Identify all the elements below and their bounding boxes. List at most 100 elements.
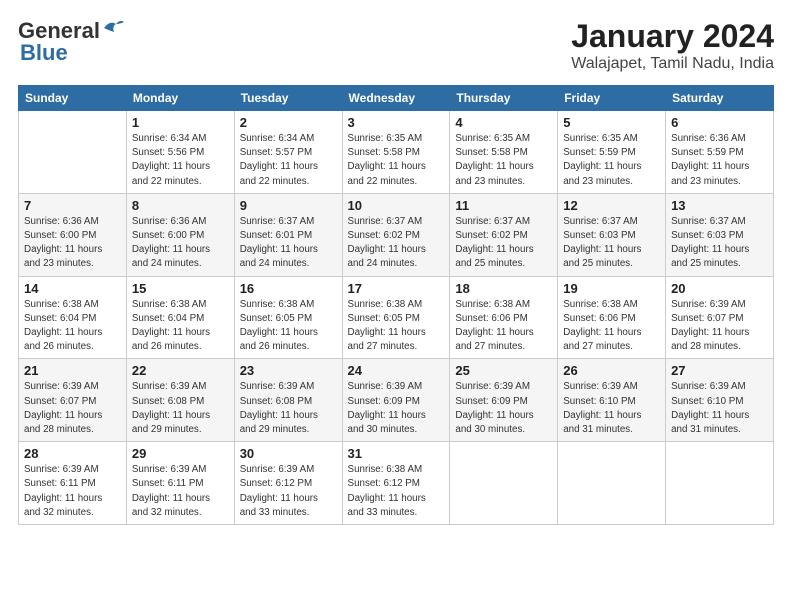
- day-number: 7: [24, 198, 121, 213]
- day-info: Sunrise: 6:38 AM Sunset: 6:05 PM Dayligh…: [240, 298, 337, 355]
- table-row: 14Sunrise: 6:38 AM Sunset: 6:04 PM Dayli…: [19, 276, 127, 359]
- day-number: 11: [455, 198, 552, 213]
- table-row: 19 Sunrise: 6:38 AM Sunset: 6:06 PM Dayli…: [558, 276, 666, 359]
- day-number: 19: [563, 281, 660, 296]
- day-number: 18: [455, 281, 552, 296]
- day-number: 24: [348, 363, 445, 378]
- day-info: Sunrise: 6:37 AM Sunset: 6:01 PM Dayligh…: [240, 215, 337, 272]
- table-row: [450, 442, 558, 525]
- table-row: 10Sunrise: 6:37 AM Sunset: 6:02 PM Dayli…: [342, 193, 450, 276]
- calendar-week-row: 28 Sunrise: 6:39 AM Sunset: 6:11 PM Dayli…: [19, 442, 774, 525]
- table-row: 4 Sunrise: 6:35 AM Sunset: 5:58 PM Daylig…: [450, 111, 558, 194]
- table-row: 30 Sunrise: 6:39 AM Sunset: 6:12 PM Dayli…: [234, 442, 342, 525]
- calendar-title: January 2024: [571, 18, 774, 55]
- day-info: Sunrise: 6:38 AM Sunset: 6:04 PM Dayligh…: [132, 298, 229, 355]
- day-number: 26: [563, 363, 660, 378]
- day-info: Sunrise: 6:39 AM Sunset: 6:10 PM Dayligh…: [563, 380, 660, 437]
- table-row: 12Sunrise: 6:37 AM Sunset: 6:03 PM Dayli…: [558, 193, 666, 276]
- table-row: 17 Sunrise: 6:38 AM Sunset: 6:05 PM Dayli…: [342, 276, 450, 359]
- table-row: 1Sunrise: 6:34 AM Sunset: 5:56 PM Daylig…: [126, 111, 234, 194]
- day-number: 13: [671, 198, 768, 213]
- col-sunday: Sunday: [19, 86, 127, 111]
- day-info: Sunrise: 6:35 AM Sunset: 5:59 PM Dayligh…: [563, 132, 660, 189]
- day-number: 27: [671, 363, 768, 378]
- title-block: January 2024 Walajapet, Tamil Nadu, Indi…: [571, 18, 774, 73]
- table-row: 27 Sunrise: 6:39 AM Sunset: 6:10 PM Dayli…: [666, 359, 774, 442]
- table-row: 13 Sunrise: 6:37 AM Sunset: 6:03 PM Dayli…: [666, 193, 774, 276]
- day-number: 29: [132, 446, 229, 461]
- table-row: [558, 442, 666, 525]
- table-row: 2 Sunrise: 6:34 AM Sunset: 5:57 PM Daylig…: [234, 111, 342, 194]
- day-info: Sunrise: 6:39 AM Sunset: 6:08 PM Dayligh…: [240, 380, 337, 437]
- day-number: 28: [24, 446, 121, 461]
- day-number: 21: [24, 363, 121, 378]
- table-row: 25 Sunrise: 6:39 AM Sunset: 6:09 PM Dayli…: [450, 359, 558, 442]
- day-number: 3: [348, 115, 445, 130]
- day-info: Sunrise: 6:38 AM Sunset: 6:05 PM Dayligh…: [348, 298, 445, 355]
- day-info: Sunrise: 6:36 AM Sunset: 5:59 PM Dayligh…: [671, 132, 768, 189]
- day-number: 14: [24, 281, 121, 296]
- day-info: Sunrise: 6:39 AM Sunset: 6:07 PM Dayligh…: [671, 298, 768, 355]
- day-number: 23: [240, 363, 337, 378]
- day-info: Sunrise: 6:34 AM Sunset: 5:57 PM Dayligh…: [240, 132, 337, 189]
- day-info: Sunrise: 6:37 AM Sunset: 6:03 PM Dayligh…: [563, 215, 660, 272]
- day-info: Sunrise: 6:38 AM Sunset: 6:06 PM Dayligh…: [455, 298, 552, 355]
- day-number: 22: [132, 363, 229, 378]
- col-monday: Monday: [126, 86, 234, 111]
- day-info: Sunrise: 6:35 AM Sunset: 5:58 PM Dayligh…: [348, 132, 445, 189]
- day-number: 25: [455, 363, 552, 378]
- logo: General Blue: [18, 18, 124, 66]
- table-row: 26 Sunrise: 6:39 AM Sunset: 6:10 PM Dayli…: [558, 359, 666, 442]
- day-info: Sunrise: 6:37 AM Sunset: 6:02 PM Dayligh…: [455, 215, 552, 272]
- day-info: Sunrise: 6:36 AM Sunset: 6:00 PM Dayligh…: [24, 215, 121, 272]
- day-info: Sunrise: 6:39 AM Sunset: 6:12 PM Dayligh…: [240, 463, 337, 520]
- day-number: 1: [132, 115, 229, 130]
- table-row: 15 Sunrise: 6:38 AM Sunset: 6:04 PM Dayli…: [126, 276, 234, 359]
- table-row: [19, 111, 127, 194]
- day-number: 30: [240, 446, 337, 461]
- table-row: 7 Sunrise: 6:36 AM Sunset: 6:00 PM Daylig…: [19, 193, 127, 276]
- logo-bird-icon: [102, 18, 124, 36]
- page-header: General Blue January 2024 Walajapet, Tam…: [18, 18, 774, 73]
- day-info: Sunrise: 6:39 AM Sunset: 6:10 PM Dayligh…: [671, 380, 768, 437]
- day-info: Sunrise: 6:39 AM Sunset: 6:09 PM Dayligh…: [455, 380, 552, 437]
- col-tuesday: Tuesday: [234, 86, 342, 111]
- table-row: [666, 442, 774, 525]
- day-info: Sunrise: 6:39 AM Sunset: 6:09 PM Dayligh…: [348, 380, 445, 437]
- day-info: Sunrise: 6:38 AM Sunset: 6:06 PM Dayligh…: [563, 298, 660, 355]
- logo-blue: Blue: [20, 40, 68, 66]
- calendar-week-row: 1Sunrise: 6:34 AM Sunset: 5:56 PM Daylig…: [19, 111, 774, 194]
- table-row: 9Sunrise: 6:37 AM Sunset: 6:01 PM Daylig…: [234, 193, 342, 276]
- day-info: Sunrise: 6:38 AM Sunset: 6:12 PM Dayligh…: [348, 463, 445, 520]
- col-wednesday: Wednesday: [342, 86, 450, 111]
- table-row: 28Sunrise: 6:39 AM Sunset: 6:11 PM Dayli…: [19, 442, 127, 525]
- day-number: 15: [132, 281, 229, 296]
- table-row: 18 Sunrise: 6:38 AM Sunset: 6:06 PM Dayli…: [450, 276, 558, 359]
- calendar-subtitle: Walajapet, Tamil Nadu, India: [571, 55, 774, 73]
- col-friday: Friday: [558, 86, 666, 111]
- table-row: 11 Sunrise: 6:37 AM Sunset: 6:02 PM Dayli…: [450, 193, 558, 276]
- day-number: 2: [240, 115, 337, 130]
- day-info: Sunrise: 6:39 AM Sunset: 6:08 PM Dayligh…: [132, 380, 229, 437]
- table-row: 16Sunrise: 6:38 AM Sunset: 6:05 PM Dayli…: [234, 276, 342, 359]
- calendar-table: Sunday Monday Tuesday Wednesday Thursday…: [18, 85, 774, 525]
- table-row: 31 Sunrise: 6:38 AM Sunset: 6:12 PM Dayli…: [342, 442, 450, 525]
- calendar-week-row: 7 Sunrise: 6:36 AM Sunset: 6:00 PM Daylig…: [19, 193, 774, 276]
- day-info: Sunrise: 6:39 AM Sunset: 6:07 PM Dayligh…: [24, 380, 121, 437]
- calendar-header-row: Sunday Monday Tuesday Wednesday Thursday…: [19, 86, 774, 111]
- day-info: Sunrise: 6:35 AM Sunset: 5:58 PM Dayligh…: [455, 132, 552, 189]
- day-number: 31: [348, 446, 445, 461]
- table-row: 8 Sunrise: 6:36 AM Sunset: 6:00 PM Daylig…: [126, 193, 234, 276]
- table-row: 21 Sunrise: 6:39 AM Sunset: 6:07 PM Dayli…: [19, 359, 127, 442]
- day-info: Sunrise: 6:37 AM Sunset: 6:03 PM Dayligh…: [671, 215, 768, 272]
- day-info: Sunrise: 6:36 AM Sunset: 6:00 PM Dayligh…: [132, 215, 229, 272]
- day-number: 8: [132, 198, 229, 213]
- table-row: 5Sunrise: 6:35 AM Sunset: 5:59 PM Daylig…: [558, 111, 666, 194]
- day-number: 4: [455, 115, 552, 130]
- calendar-week-row: 14 Sunrise: 6:38 AM Sunset: 6:04 PM Dayli…: [19, 276, 774, 359]
- day-info: Sunrise: 6:37 AM Sunset: 6:02 PM Dayligh…: [348, 215, 445, 272]
- day-number: 20: [671, 281, 768, 296]
- table-row: 22 Sunrise: 6:39 AM Sunset: 6:08 PM Dayli…: [126, 359, 234, 442]
- day-number: 17: [348, 281, 445, 296]
- day-info: Sunrise: 6:39 AM Sunset: 6:11 PM Dayligh…: [132, 463, 229, 520]
